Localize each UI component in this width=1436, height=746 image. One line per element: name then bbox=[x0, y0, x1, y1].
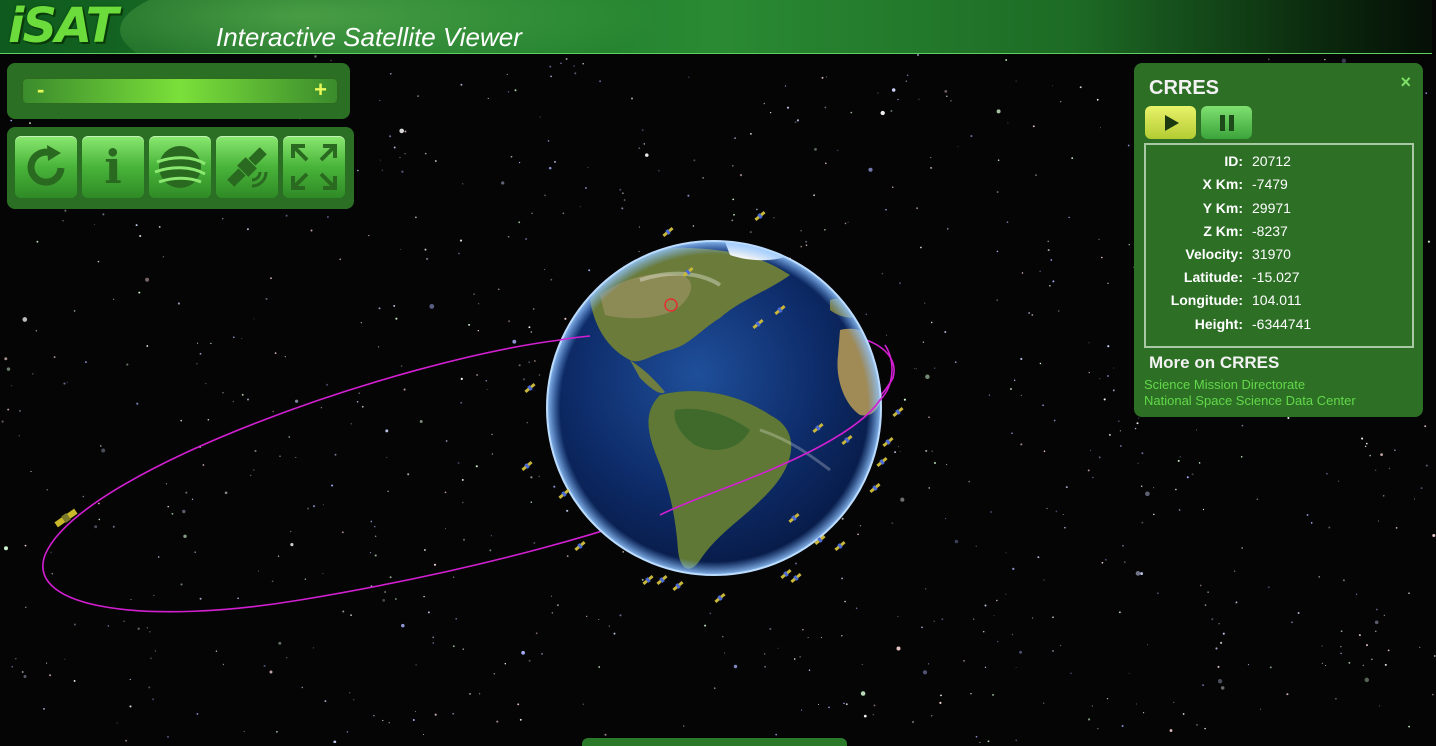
play-button[interactable] bbox=[1145, 106, 1196, 139]
stat-row: X Km: -7479 bbox=[1146, 173, 1412, 195]
stat-value: 104.011 bbox=[1252, 292, 1302, 308]
satellite-name: CRRES bbox=[1149, 77, 1220, 99]
info-button[interactable]: i bbox=[82, 136, 144, 198]
satellite-marker-icon[interactable] bbox=[790, 572, 802, 584]
zoom-out-button[interactable]: - bbox=[37, 77, 44, 105]
satellite-stats: ID: 20712 X Km: -7479 Y Km: 29971 Z Km: … bbox=[1144, 143, 1414, 348]
stat-label: Z Km: bbox=[1203, 223, 1243, 239]
stat-value: -7479 bbox=[1252, 176, 1288, 192]
refresh-icon bbox=[27, 145, 65, 186]
zoom-in-button[interactable]: + bbox=[314, 77, 327, 105]
satellite-marker-icon[interactable] bbox=[754, 210, 766, 222]
stat-value: 31970 bbox=[1252, 246, 1291, 262]
satellite-marker-icon[interactable] bbox=[882, 436, 894, 448]
app-title: Interactive Satellite Viewer bbox=[216, 22, 522, 52]
satellite-marker-icon[interactable] bbox=[780, 568, 792, 580]
satellite-button[interactable] bbox=[216, 136, 278, 198]
stat-label: Longitude: bbox=[1170, 292, 1243, 308]
satellite-info-panel: CRRES × ID: 20712 X Km: -7479 Y Km: 2997… bbox=[1134, 63, 1423, 417]
globe-button[interactable] bbox=[149, 136, 211, 198]
stat-label: Height: bbox=[1194, 316, 1243, 332]
fullscreen-icon bbox=[291, 144, 337, 190]
satellite-marker-icon[interactable] bbox=[662, 226, 674, 238]
satellite-marker-icon[interactable] bbox=[892, 406, 904, 418]
stat-value: 20712 bbox=[1252, 153, 1291, 169]
stat-row: Height: -6344741 bbox=[1146, 313, 1412, 335]
stat-value: -8237 bbox=[1252, 223, 1288, 239]
stat-label: ID: bbox=[1224, 153, 1243, 169]
pause-button[interactable] bbox=[1201, 106, 1252, 139]
satellite-marker-icon[interactable] bbox=[656, 574, 668, 586]
satellite-marker-icon[interactable] bbox=[524, 382, 536, 394]
stat-value: -6344741 bbox=[1252, 316, 1312, 332]
close-icon[interactable]: × bbox=[1400, 72, 1411, 93]
stat-value: -15.027 bbox=[1252, 269, 1300, 285]
stat-row: ID: 20712 bbox=[1146, 150, 1412, 172]
earth-globe[interactable] bbox=[546, 240, 886, 576]
satellite-icon bbox=[227, 147, 268, 188]
globe-icon bbox=[154, 146, 206, 188]
satellite-marker-icon[interactable] bbox=[521, 460, 533, 472]
stat-row: Velocity: 31970 bbox=[1146, 243, 1412, 265]
stat-row: Z Km: -8237 bbox=[1146, 220, 1412, 242]
stat-row: Latitude: -15.027 bbox=[1146, 266, 1412, 288]
satellite-marker-icon[interactable] bbox=[714, 592, 726, 604]
zoom-panel: - + bbox=[7, 63, 350, 119]
stat-row: Y Km: 29971 bbox=[1146, 197, 1412, 219]
more-info-heading: More on CRRES bbox=[1149, 353, 1280, 372]
app-header: iSAT Interactive Satellite Viewer bbox=[0, 0, 1432, 54]
link-nssdc[interactable]: National Space Science Data Center bbox=[1144, 393, 1356, 408]
play-icon bbox=[1164, 114, 1179, 131]
info-icon: i bbox=[104, 140, 122, 194]
satellite-marker-icon[interactable] bbox=[869, 482, 881, 494]
stat-label: X Km: bbox=[1202, 176, 1243, 192]
pause-icon bbox=[1219, 114, 1234, 131]
stat-value: 29971 bbox=[1252, 200, 1291, 216]
stat-label: Velocity: bbox=[1185, 246, 1243, 262]
app-logo: iSAT bbox=[8, 0, 118, 54]
satellite-marker-icon[interactable] bbox=[834, 540, 846, 552]
satellite-marker-icon[interactable] bbox=[876, 456, 888, 468]
satellite-marker-icon[interactable] bbox=[574, 540, 586, 552]
reset-view-button[interactable] bbox=[15, 136, 77, 198]
fullscreen-button[interactable] bbox=[283, 136, 345, 198]
stat-label: Latitude: bbox=[1183, 269, 1243, 285]
stat-row: Longitude: 104.011 bbox=[1146, 289, 1412, 311]
bottom-panel-tab[interactable] bbox=[582, 738, 847, 746]
link-science-mission-directorate[interactable]: Science Mission Directorate bbox=[1144, 377, 1305, 392]
stat-label: Y Km: bbox=[1202, 200, 1243, 216]
toolbar: i bbox=[7, 127, 354, 209]
satellite-marker-icon[interactable] bbox=[642, 574, 654, 586]
satellite-marker-icon[interactable] bbox=[558, 488, 570, 500]
satellite-marker-icon[interactable] bbox=[672, 580, 684, 592]
zoom-slider[interactable]: - + bbox=[21, 77, 339, 105]
